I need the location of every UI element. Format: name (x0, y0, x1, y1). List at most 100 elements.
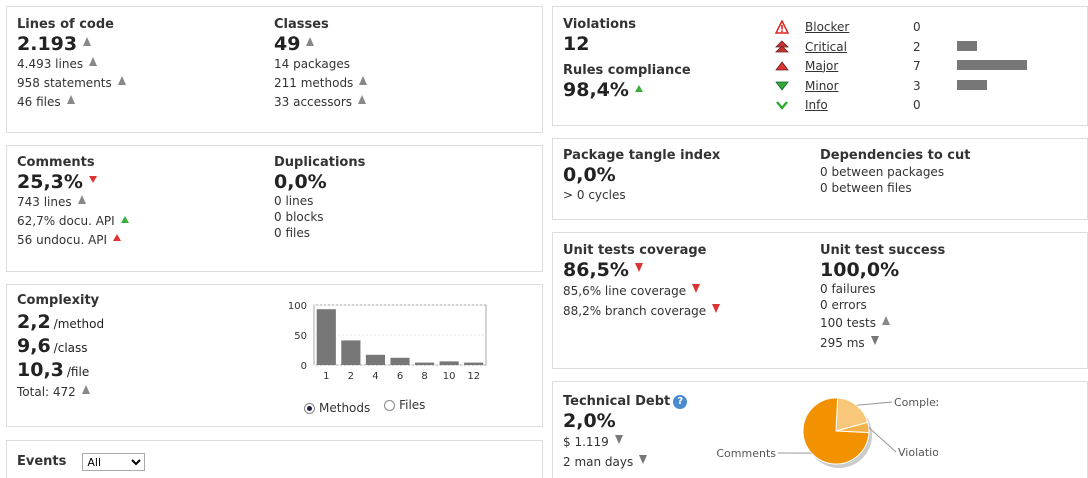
trend-up-icon (77, 195, 86, 204)
tangle-index-title: Package tangle index (563, 148, 721, 163)
severity-bar (957, 41, 977, 51)
trend-down-icon (692, 283, 701, 293)
test-success-value: 100,0% (820, 259, 900, 281)
coverage-title: Unit tests coverage (563, 243, 707, 258)
complexity-per-method: 2,2 (17, 311, 51, 333)
severity-count: 3 (913, 78, 921, 93)
methods-count: 211 methods (274, 76, 354, 90)
x-tick-label: 10 (443, 371, 456, 382)
x-tick-label: 4 (372, 371, 378, 382)
complexity-distribution-chart: 1005001 2 4 6 8 10 12 (288, 301, 487, 382)
severity-bar (957, 60, 1027, 70)
tests-panel: Unit tests coverage 86,5% 85,6% line cov… (552, 232, 1088, 369)
y-tick-label: 0 (301, 361, 307, 372)
undocu-api: 56 undocu. API (17, 233, 108, 247)
methods-radio-label: Methods (319, 401, 371, 415)
bar (390, 357, 410, 365)
severity-link-critical[interactable]: Critical (805, 40, 847, 54)
trend-up-icon (113, 234, 122, 241)
severity-row-info: Info 0 (775, 95, 1035, 114)
severity-row-critical: Critical 2 (775, 37, 1035, 56)
comments-title: Comments (17, 155, 95, 170)
trend-down-icon (614, 434, 623, 444)
technical-debt-pie-chart: Complexity Violations Comments (716, 396, 938, 468)
failures: 0 failures (820, 282, 876, 296)
bar (316, 309, 336, 365)
y-tick-label: 50 (294, 331, 307, 342)
accessors-count: 33 accessors (274, 95, 353, 109)
trend-up-icon (359, 76, 368, 85)
severity-link-blocker[interactable]: Blocker (805, 20, 849, 34)
files-count: 46 files (17, 95, 61, 109)
severity-row-major: Major 7 (775, 56, 1035, 75)
bar (439, 361, 459, 365)
cycles: > 0 cycles (563, 188, 626, 202)
pie-label: Violations (898, 446, 938, 459)
severity-count: 0 (913, 97, 921, 112)
lines-of-code-title: Lines of code (17, 17, 114, 32)
technical-debt-value: 2,0% (563, 410, 616, 432)
technical-debt-title: Technical Debt (563, 394, 671, 409)
tangle-index-value: 0,0% (563, 164, 616, 186)
trend-down-icon (712, 303, 721, 313)
severity-link-minor[interactable]: Minor (805, 79, 839, 93)
x-tick-label: 8 (421, 371, 427, 382)
test-success-title: Unit test success (820, 243, 946, 258)
trend-down-icon (88, 175, 97, 183)
pie-label: Complexity (894, 396, 938, 409)
tests-count: 100 tests (820, 316, 877, 330)
rules-compliance-title: Rules compliance (563, 63, 691, 78)
pie-leader-line (868, 427, 897, 453)
between-packages: 0 between packages (820, 165, 945, 179)
trend-up-icon (306, 36, 315, 46)
trend-up-icon (117, 76, 126, 85)
trend-up-icon (81, 385, 90, 394)
duplications-value: 0,0% (274, 171, 327, 193)
events-filter-select[interactable]: All (82, 453, 146, 471)
severity-link-info[interactable]: Info (805, 98, 828, 112)
violations-title: Violations (563, 17, 637, 32)
branch-coverage: 88,2% branch coverage (563, 304, 707, 318)
errors: 0 errors (820, 298, 867, 312)
bar (464, 362, 484, 365)
help-icon[interactable]: ? (673, 395, 688, 409)
trend-up-icon (120, 216, 129, 223)
lines-count: 4.493 lines (17, 57, 84, 71)
line-coverage: 85,6% line coverage (563, 284, 687, 298)
methods-radio[interactable]: Methods (304, 401, 370, 415)
severity-row-blocker: Blocker 0 (774, 17, 1035, 36)
comment-lines: 743 lines (17, 195, 72, 209)
trend-up-icon (66, 95, 75, 104)
files-radio[interactable]: Files (384, 398, 425, 412)
critical-icon (775, 40, 789, 54)
x-tick-label: 1 (323, 371, 329, 382)
docu-api: 62,7% docu. API (17, 214, 115, 228)
comments-panel: Comments 25,3% 743 lines 62,7% docu. API… (6, 145, 543, 272)
severity-row-minor: Minor 3 (775, 76, 1035, 95)
trend-up-icon (358, 95, 367, 104)
bar (365, 354, 386, 365)
y-tick-label: 100 (288, 301, 307, 312)
files-radio-label: Files (399, 398, 426, 412)
severity-bar (957, 80, 987, 90)
trend-up-icon (634, 84, 643, 92)
bar (414, 362, 435, 365)
classes-title: Classes (274, 17, 329, 32)
dependencies-title: Dependencies to cut (820, 148, 971, 163)
events-panel: Events All (6, 440, 543, 478)
x-tick-label: 12 (467, 371, 480, 382)
violations-value: 12 (563, 33, 590, 55)
bar (341, 340, 361, 365)
trend-up-icon (83, 36, 92, 46)
per-file-unit: /file (66, 365, 90, 379)
complexity-total: Total: 472 (17, 385, 76, 399)
per-class-unit: /class (53, 341, 88, 355)
x-tick-label: 6 (397, 371, 403, 382)
severity-link-major[interactable]: Major (805, 59, 838, 73)
debt-cost: $ 1.119 (563, 435, 609, 449)
per-method-unit: /method (53, 317, 105, 331)
severity-count: 7 (913, 58, 921, 73)
radio-checked-icon (304, 402, 315, 414)
dup-lines: 0 lines (274, 194, 314, 208)
blocker-icon (774, 19, 790, 34)
